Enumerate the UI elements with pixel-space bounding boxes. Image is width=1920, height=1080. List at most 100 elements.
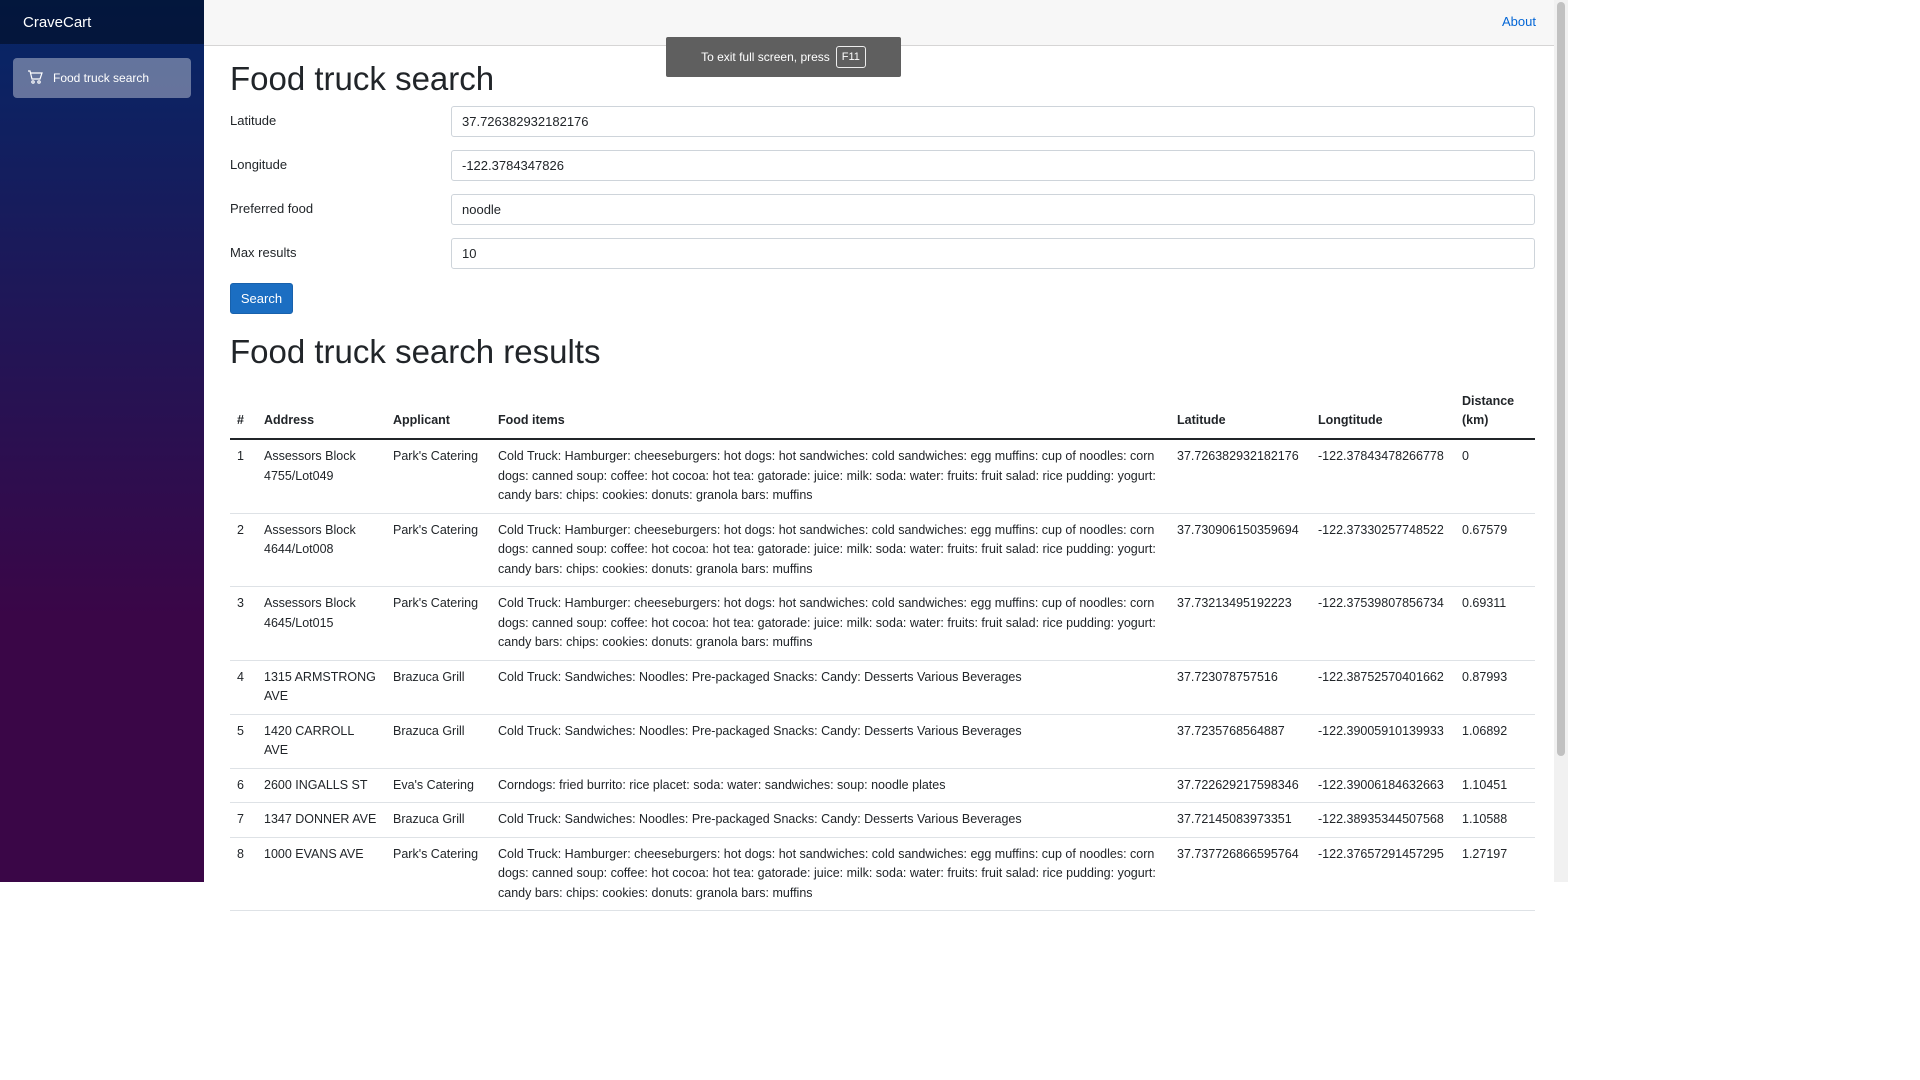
cell-food-items: Cold Truck: Hamburger: cheeseburgers: ho… [491,513,1170,587]
longitude-label: Longitude [230,157,288,172]
header-address: Address [257,384,386,440]
cell-latitude: 37.730906150359694 [1170,513,1311,587]
table-row: 7 1347 DONNER AVE Brazuca Grill Cold Tru… [230,802,1535,838]
cell-latitude: 37.723078757516 [1170,660,1311,715]
table-row: 2 Assessors Block 4644/Lot008 Park's Cat… [230,513,1535,587]
cell-index: 4 [230,660,257,715]
cell-distance: 1.27197 [1455,837,1535,911]
cell-address: Assessors Block 4755/Lot049 [257,439,386,514]
table-row: 6 2600 INGALLS ST Eva's Catering Corndog… [230,768,1535,803]
max-results-row: Max results [230,238,1535,269]
cell-index: 6 [230,768,257,803]
header-applicant: Applicant [386,384,491,440]
header-distance: Distance (km) [1455,384,1535,440]
preferred-food-row: Preferred food [230,194,1535,225]
cell-longitude: -122.37330257748522 [1311,513,1455,587]
cell-index: 2 [230,513,257,587]
cell-index: 5 [230,714,257,769]
table-header-row: # Address Applicant Food items Latitude … [230,384,1535,440]
cell-latitude: 37.72145083973351 [1170,802,1311,838]
cell-distance: 0.67579 [1455,513,1535,587]
cell-distance: 1.06892 [1455,714,1535,769]
cell-distance: 1.10451 [1455,768,1535,803]
header-food-items: Food items [491,384,1170,440]
cell-applicant: Park's Catering [386,837,491,911]
cell-longitude: -122.39006184632663 [1311,768,1455,803]
longitude-input[interactable] [451,150,1535,181]
sidebar-item-food-truck-search[interactable]: Food truck search [13,58,191,98]
cell-longitude: -122.37843478266778 [1311,439,1455,514]
header-index: # [230,384,257,440]
preferred-food-label: Preferred food [230,201,314,216]
latitude-row: Latitude [230,106,1535,137]
cell-longitude: -122.37657291457295 [1311,837,1455,911]
cell-longitude: -122.39005910139933 [1311,714,1455,769]
longitude-row: Longitude [230,150,1535,181]
scrollbar-thumb[interactable] [1557,2,1565,756]
cell-address: 2600 INGALLS ST [257,768,386,803]
cell-longitude: -122.38752570401662 [1311,660,1455,715]
results-title: Food truck search results [230,333,601,370]
latitude-label: Latitude [230,113,277,128]
cell-applicant: Brazuca Grill [386,714,491,769]
about-link[interactable]: About [1502,14,1536,29]
cell-food-items: Corndogs: fried burrito: rice placet: so… [491,768,1170,803]
cell-distance: 0.87993 [1455,660,1535,715]
fullscreen-toast: To exit full screen, press F11 [666,37,901,77]
results-table: # Address Applicant Food items Latitude … [230,384,1535,911]
max-results-label: Max results [230,245,297,260]
brand-link[interactable]: CraveCart [23,14,91,31]
cell-latitude: 37.73213495192223 [1170,586,1311,661]
search-button[interactable]: Search [230,283,293,314]
sidebar-item-label: Food truck search [53,71,150,85]
cell-distance: 0 [1455,439,1535,514]
cell-latitude: 37.7235768564887 [1170,714,1311,769]
cell-applicant: Brazuca Grill [386,802,491,838]
cell-applicant: Eva's Catering [386,768,491,803]
header-longitude: Longtitude [1311,384,1455,440]
cell-food-items: Cold Truck: Hamburger: cheeseburgers: ho… [491,586,1170,661]
toast-text: To exit full screen, press [701,50,830,64]
cell-longitude: -122.37539807856734 [1311,586,1455,661]
brand-bar: CraveCart [0,0,204,44]
cell-applicant: Park's Catering [386,513,491,587]
table-row: 3 Assessors Block 4645/Lot015 Park's Cat… [230,586,1535,661]
sidebar: CraveCart Food truck search [0,0,204,882]
cell-applicant: Brazuca Grill [386,660,491,715]
cell-index: 7 [230,802,257,838]
cell-distance: 1.10588 [1455,802,1535,838]
cell-latitude: 37.726382932182176 [1170,439,1311,514]
page-scrollbar[interactable] [1554,0,1568,882]
table-row: 8 1000 EVANS AVE Park's Catering Cold Tr… [230,837,1535,911]
cell-address: Assessors Block 4644/Lot008 [257,513,386,587]
cart-icon [13,69,53,88]
toast-key: F11 [835,46,866,68]
latitude-input[interactable] [451,106,1535,137]
cell-distance: 0.69311 [1455,586,1535,661]
table-row: 1 Assessors Block 4755/Lot049 Park's Cat… [230,439,1535,514]
max-results-input[interactable] [451,238,1535,269]
cell-latitude: 37.722629217598346 [1170,768,1311,803]
cell-food-items: Cold Truck: Hamburger: cheeseburgers: ho… [491,837,1170,911]
cell-applicant: Park's Catering [386,586,491,661]
page-title: Food truck search [230,60,495,97]
cell-food-items: Cold Truck: Sandwiches: Noodles: Pre-pac… [491,802,1170,838]
cell-food-items: Cold Truck: Sandwiches: Noodles: Pre-pac… [491,714,1170,769]
cell-latitude: 37.737726866595764 [1170,837,1311,911]
cell-food-items: Cold Truck: Hamburger: cheeseburgers: ho… [491,439,1170,514]
table-row: 5 1420 CARROLL AVE Brazuca Grill Cold Tr… [230,714,1535,769]
table-row: 4 1315 ARMSTRONG AVE Brazuca Grill Cold … [230,660,1535,715]
cell-longitude: -122.38935344507568 [1311,802,1455,838]
cell-address: Assessors Block 4645/Lot015 [257,586,386,661]
cell-index: 3 [230,586,257,661]
cell-food-items: Cold Truck: Sandwiches: Noodles: Pre-pac… [491,660,1170,715]
cell-address: 1347 DONNER AVE [257,802,386,838]
cell-applicant: Park's Catering [386,439,491,514]
cell-address: 1000 EVANS AVE [257,837,386,911]
cell-index: 1 [230,439,257,514]
cell-address: 1420 CARROLL AVE [257,714,386,769]
cell-address: 1315 ARMSTRONG AVE [257,660,386,715]
cell-index: 8 [230,837,257,911]
header-latitude: Latitude [1170,384,1311,440]
preferred-food-input[interactable] [451,194,1535,225]
